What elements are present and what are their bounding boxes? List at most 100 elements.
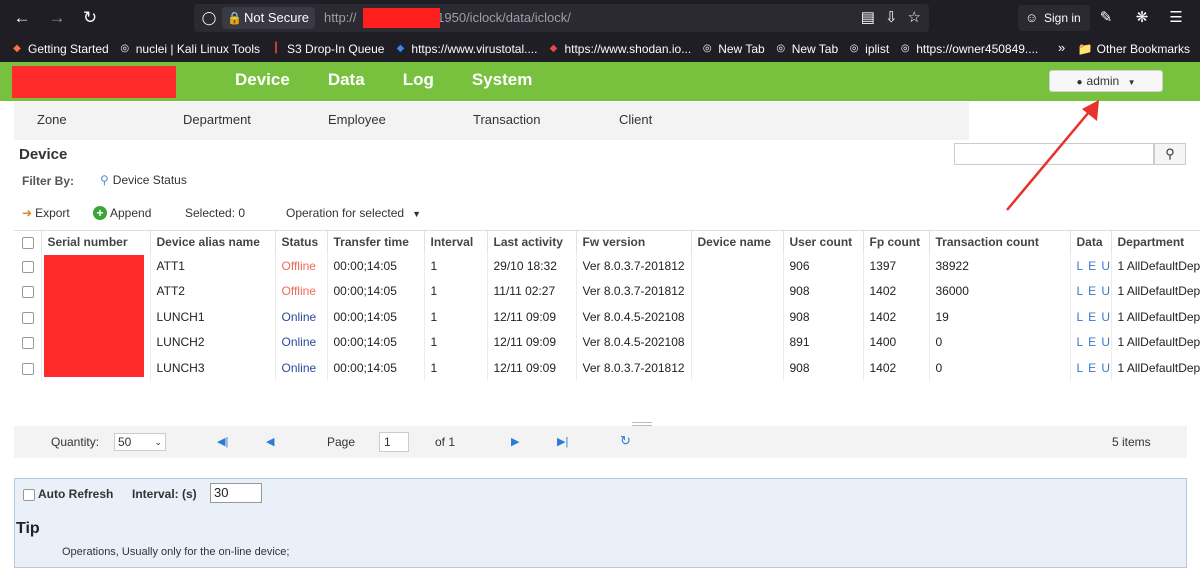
cell-data[interactable]: L E U: [1070, 304, 1112, 330]
col-fw[interactable]: Fw version: [576, 231, 692, 253]
cell-data[interactable]: L E U: [1070, 278, 1112, 304]
reader-view-icon[interactable]: ▤: [861, 8, 875, 26]
col-transfer[interactable]: Transfer time: [327, 231, 425, 253]
quantity-select[interactable]: 50 ⌄: [114, 433, 166, 451]
device-status-filter[interactable]: ⚲ Device Status: [100, 173, 187, 187]
cell-users: 908: [783, 304, 864, 330]
bookmark-item[interactable]: ┃ S3 Drop-In Queue: [269, 42, 384, 56]
col-data[interactable]: Data: [1070, 231, 1112, 253]
settings-icon[interactable]: ❋: [1130, 6, 1154, 30]
interval-input[interactable]: 30: [210, 483, 262, 503]
globe-icon: ◎: [776, 43, 786, 54]
not-secure-badge[interactable]: 🔒 Not Secure: [222, 7, 316, 29]
cell-transfer: 00:00;14:05: [327, 253, 425, 279]
table-row[interactable]: ATT2 Offline 00:00;14:05 1 11/11 02:27 Ver 8.…: [14, 278, 1200, 304]
url-text[interactable]: http://:1950/iclock/data/iclock/: [324, 9, 571, 27]
row-checkbox[interactable]: [14, 278, 42, 304]
select-all-checkbox[interactable]: [14, 231, 42, 253]
page-input[interactable]: 1: [379, 432, 409, 452]
forward-icon[interactable]: →: [45, 6, 69, 30]
last-page-icon[interactable]: ▶|: [557, 435, 568, 448]
bookmark-item[interactable]: ◎ https://owner450849....: [898, 42, 1038, 56]
cell-devname: [691, 278, 784, 304]
col-device-name[interactable]: Device name: [691, 231, 784, 253]
caret-down-icon: ▼: [1127, 78, 1136, 87]
bookmark-label: nuclei | Kali Linux Tools: [135, 42, 261, 56]
col-status[interactable]: Status: [275, 231, 328, 253]
first-page-icon[interactable]: ◀​|: [217, 435, 228, 448]
col-alias[interactable]: Device alias name: [150, 231, 276, 253]
cell-data[interactable]: L E U: [1070, 355, 1112, 381]
append-button[interactable]: + Append: [93, 206, 151, 220]
table-row[interactable]: ATT1 Offline 00:00;14:05 1 29/10 18:32 Ver 8.…: [14, 253, 1200, 279]
tip-text: Operations, Usually only for the on-line…: [62, 546, 290, 558]
col-user-count[interactable]: User count: [783, 231, 864, 253]
shield-icon[interactable]: ◯: [200, 9, 218, 27]
table-row[interactable]: LUNCH3 Online 00:00;14:05 1 12/11 09:09 Ver 8…: [14, 355, 1200, 381]
cell-interval: 1: [424, 355, 488, 381]
cell-transfer: 00:00;14:05: [327, 355, 425, 381]
user-menu-button[interactable]: ● admin ▼: [1049, 70, 1163, 92]
subnav-department[interactable]: Department: [183, 112, 251, 127]
more-bookmarks-icon[interactable]: »: [1058, 40, 1065, 55]
device-status-label: Device Status: [112, 173, 187, 187]
address-bar[interactable]: ◯ 🔒 Not Secure http://:1950/iclock/data/…: [194, 4, 929, 32]
row-checkbox[interactable]: [14, 329, 42, 355]
nav-data[interactable]: Data: [328, 62, 365, 101]
bookmark-item[interactable]: ◎ nuclei | Kali Linux Tools: [118, 42, 260, 56]
nav-log[interactable]: Log: [403, 62, 434, 101]
bookmark-item[interactable]: ◆ Getting Started: [10, 42, 109, 56]
pocket-icon[interactable]: ⇩: [885, 8, 898, 26]
table-row[interactable]: LUNCH2 Online 00:00;14:05 1 12/11 09:09 Ver 8…: [14, 329, 1200, 355]
bookmark-item[interactable]: ◆ https://www.shodan.io...: [546, 42, 692, 56]
subnav-transaction[interactable]: Transaction: [473, 112, 540, 127]
quantity-label: Quantity:: [51, 435, 100, 449]
auto-refresh-toggle[interactable]: Auto Refresh: [23, 487, 113, 501]
row-checkbox[interactable]: [14, 355, 42, 381]
user-icon: ●: [1076, 77, 1083, 88]
operation-dropdown[interactable]: Operation for selected ▼: [286, 206, 421, 220]
search-input[interactable]: [954, 143, 1154, 165]
cell-data[interactable]: L E U: [1070, 253, 1112, 279]
menu-icon[interactable]: ☰: [1164, 6, 1188, 30]
col-last-activity[interactable]: Last activity: [487, 231, 577, 253]
col-department[interactable]: Department: [1111, 231, 1200, 253]
col-fp-count[interactable]: Fp count: [863, 231, 930, 253]
export-icon: ➜: [22, 206, 33, 220]
export-button[interactable]: ➜ Export: [22, 206, 70, 220]
cell-status: Online: [275, 355, 328, 381]
cell-status: Online: [275, 304, 328, 330]
next-page-icon[interactable]: ▶: [511, 435, 519, 448]
back-icon[interactable]: ←: [10, 6, 34, 30]
bookmark-item[interactable]: ◆ https://www.virustotal....: [393, 42, 538, 56]
table-row[interactable]: LUNCH1 Online 00:00;14:05 1 12/11 09:09 Ver 8…: [14, 304, 1200, 330]
row-checkbox[interactable]: [14, 253, 42, 279]
auto-refresh-checkbox[interactable]: [23, 488, 35, 501]
prev-page-icon[interactable]: ◀: [266, 435, 274, 448]
app-header: Device Data Log System ● admin ▼: [0, 62, 1200, 101]
cell-dept: 1 AllDefaultDep: [1111, 355, 1200, 381]
other-bookmarks[interactable]: 📁 Other Bookmarks: [1078, 42, 1190, 56]
bookmark-star-icon[interactable]: ☆: [908, 8, 921, 26]
extensions-icon[interactable]: ✎: [1094, 6, 1118, 30]
sign-in-button[interactable]: ☺ Sign in: [1018, 5, 1090, 31]
subnav-client[interactable]: Client: [619, 112, 652, 127]
subnav-employee[interactable]: Employee: [328, 112, 386, 127]
bookmark-item[interactable]: ◎ iplist: [847, 42, 889, 56]
row-checkbox[interactable]: [14, 304, 42, 330]
bookmark-item[interactable]: ◎ New Tab: [774, 42, 838, 56]
refresh-icon[interactable]: ↻: [620, 433, 631, 449]
col-interval[interactable]: Interval: [424, 231, 488, 253]
col-transaction-count[interactable]: Transaction count: [929, 231, 1071, 253]
export-label: Export: [35, 206, 70, 220]
bookmark-item[interactable]: ◎ New Tab: [700, 42, 765, 56]
cell-data[interactable]: L E U: [1070, 329, 1112, 355]
not-secure-label: Not Secure: [244, 10, 310, 25]
nav-device[interactable]: Device: [235, 62, 290, 101]
search-icon[interactable]: ⚲: [1154, 143, 1186, 165]
page-title: Device: [19, 146, 68, 163]
reload-icon[interactable]: ↻: [78, 6, 102, 30]
subnav-zone[interactable]: Zone: [37, 112, 67, 127]
nav-system[interactable]: System: [472, 62, 532, 101]
col-serial[interactable]: Serial number: [41, 231, 151, 253]
